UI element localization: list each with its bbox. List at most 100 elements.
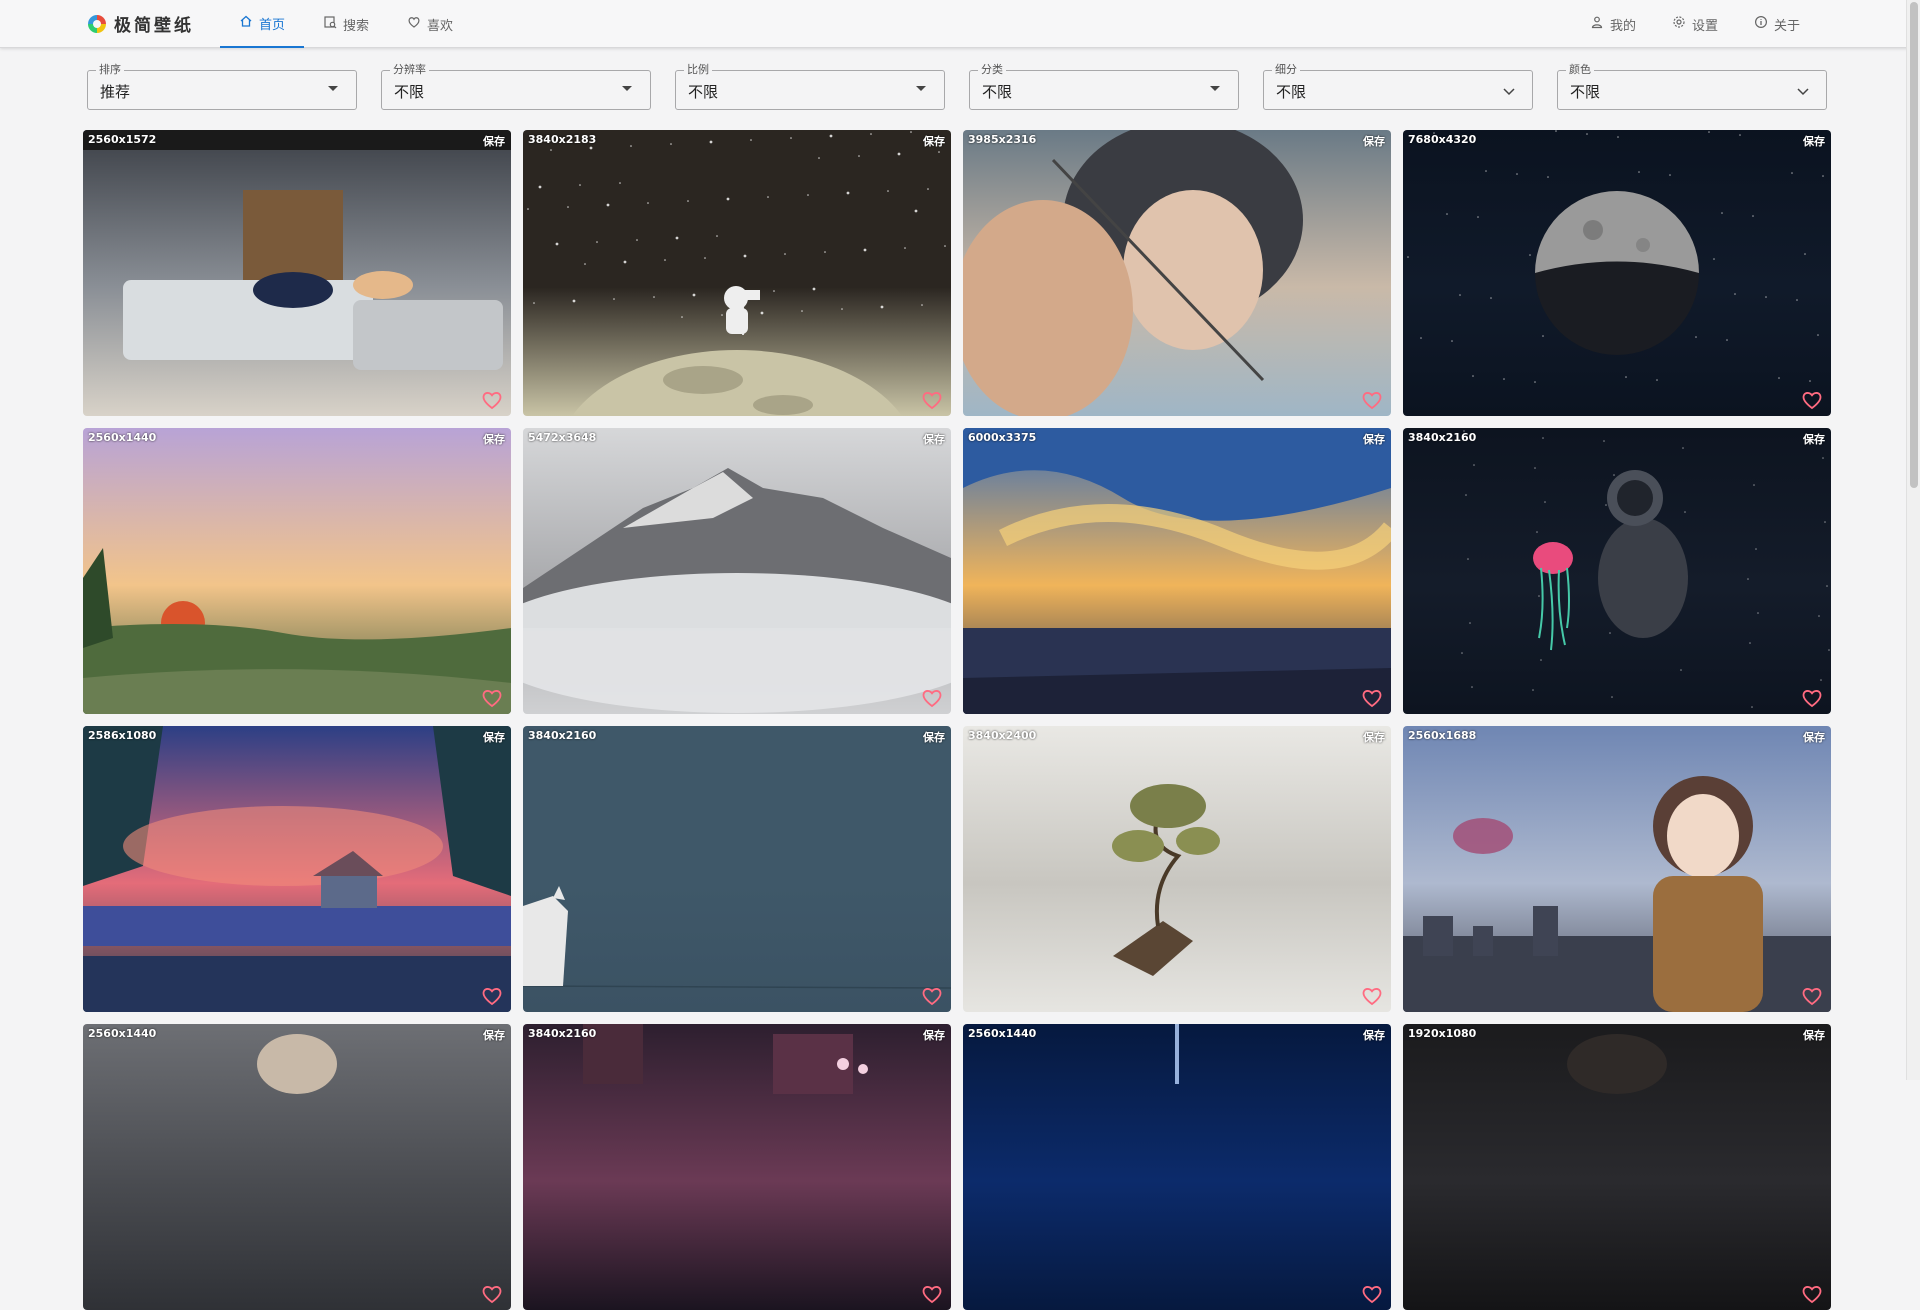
user-icon: [1590, 15, 1604, 33]
heart-icon[interactable]: [481, 986, 503, 1006]
save-button[interactable]: 保存: [483, 431, 505, 447]
logo-icon: [88, 14, 106, 33]
primary-nav: 首页 搜索 喜欢: [220, 0, 472, 48]
resolution-badge: 3985x2316: [968, 133, 1037, 146]
resolution-badge: 2560x1440: [968, 1027, 1037, 1040]
nav-item-left-1[interactable]: 搜索: [304, 0, 388, 48]
filter-value: 推荐: [100, 83, 131, 101]
heart-icon[interactable]: [921, 1284, 943, 1304]
wallpaper-card[interactable]: 2586x1080 保存: [83, 726, 511, 1012]
resolution-badge: 2560x1688: [1408, 729, 1477, 742]
heart-icon[interactable]: [1361, 390, 1383, 410]
nav-item-left-0[interactable]: 首页: [220, 0, 305, 48]
filter-select-4[interactable]: 细分 不限: [1263, 63, 1533, 110]
heart-icon[interactable]: [1801, 1284, 1823, 1304]
app-logo[interactable]: 极简壁纸: [88, 11, 194, 36]
heart-icon[interactable]: [1801, 986, 1823, 1006]
save-button[interactable]: 保存: [1363, 133, 1385, 149]
wallpaper-card[interactable]: 3840x2160 保存: [1403, 428, 1831, 714]
wallpaper-thumbnail: [523, 726, 951, 1012]
save-button[interactable]: 保存: [923, 1027, 945, 1043]
save-button[interactable]: 保存: [1363, 1027, 1385, 1043]
wallpaper-thumbnail: [963, 726, 1391, 1012]
info-icon: [1754, 15, 1768, 33]
wallpaper-card[interactable]: 2560x1688 保存: [1403, 726, 1831, 1012]
wallpaper-thumbnail: [963, 428, 1391, 714]
nav-item-right-0[interactable]: 我的: [1572, 0, 1654, 48]
wallpaper-card[interactable]: 3840x2400 保存: [963, 726, 1391, 1012]
heart-icon[interactable]: [1361, 1284, 1383, 1304]
wallpaper-card[interactable]: 6000x3375 保存: [963, 428, 1391, 714]
resolution-badge: 7680x4320: [1408, 133, 1477, 146]
save-button[interactable]: 保存: [1803, 1027, 1825, 1043]
save-button[interactable]: 保存: [1803, 729, 1825, 745]
filter-label: 分类: [978, 63, 1006, 77]
heart-icon[interactable]: [481, 688, 503, 708]
heart-icon[interactable]: [921, 390, 943, 410]
filter-select-0[interactable]: 排序推荐: [87, 63, 357, 110]
wallpaper-thumbnail: [1403, 428, 1831, 714]
nav-item-right-2[interactable]: 关于: [1736, 0, 1818, 48]
heart-icon[interactable]: [481, 390, 503, 410]
heart-icon[interactable]: [1361, 688, 1383, 708]
filter-select-2[interactable]: 比例 不限: [675, 63, 945, 110]
wallpaper-card[interactable]: 3840x2160 保存: [523, 1024, 951, 1310]
resolution-badge: 3840x2183: [528, 133, 597, 146]
wallpaper-card[interactable]: 7680x4320 保存: [1403, 130, 1831, 416]
filter-select-3[interactable]: 分类 不限: [969, 63, 1239, 110]
save-button[interactable]: 保存: [483, 133, 505, 149]
wallpaper-thumbnail: [963, 130, 1391, 416]
page-scrollbar[interactable]: [1906, 0, 1920, 1080]
wallpaper-thumbnail: [1403, 130, 1831, 416]
wallpaper-card[interactable]: 2560x1572 保存: [83, 130, 511, 416]
dropdown-caret-icon: [622, 86, 632, 91]
search-image-icon: [323, 15, 337, 33]
wallpaper-card[interactable]: 2560x1440 保存: [963, 1024, 1391, 1310]
wallpaper-thumbnail: [523, 428, 951, 714]
filter-label: 颜色: [1566, 63, 1594, 77]
dropdown-caret-icon: [328, 86, 338, 91]
filter-bar: 排序 推荐 分辨率 不限 比例 不限 分类 不限 细分 不限 颜色 不限: [87, 63, 1827, 110]
resolution-badge: 3840x2160: [528, 1027, 597, 1040]
nav-label: 喜欢: [427, 18, 454, 34]
wallpaper-thumbnail: [83, 726, 511, 1012]
save-button[interactable]: 保存: [1803, 133, 1825, 149]
nav-item-left-2[interactable]: 喜欢: [388, 0, 472, 48]
wallpaper-card[interactable]: 3840x2160 保存: [523, 726, 951, 1012]
wallpaper-card[interactable]: 3840x2183 保存: [523, 130, 951, 416]
resolution-badge: 2560x1440: [88, 1027, 157, 1040]
dropdown-caret-icon: [1210, 86, 1220, 91]
wallpaper-thumbnail: [83, 428, 511, 714]
filter-select-5[interactable]: 颜色 不限: [1557, 63, 1827, 110]
heart-icon[interactable]: [921, 688, 943, 708]
wallpaper-thumbnail: [1403, 1024, 1831, 1310]
save-button[interactable]: 保存: [923, 729, 945, 745]
save-button[interactable]: 保存: [483, 729, 505, 745]
heart-icon[interactable]: [1361, 986, 1383, 1006]
dropdown-caret-icon: [916, 86, 926, 91]
nav-item-right-1[interactable]: 设置: [1654, 0, 1736, 48]
filter-select-1[interactable]: 分辨率 不限: [381, 63, 651, 110]
wallpaper-card[interactable]: 3985x2316 保存: [963, 130, 1391, 416]
filter-label: 排序: [96, 63, 124, 77]
save-button[interactable]: 保存: [1803, 431, 1825, 447]
heart-icon[interactable]: [1801, 390, 1823, 410]
top-navigation-bar: 极简壁纸 首页 搜索 喜欢 我的 设置 关于: [0, 0, 1914, 48]
chevron-down-icon: [1796, 83, 1810, 97]
wallpaper-card[interactable]: 1920x1080 保存: [1403, 1024, 1831, 1310]
wallpaper-card[interactable]: 2560x1440 保存: [83, 1024, 511, 1310]
wallpaper-card[interactable]: 2560x1440 保存: [83, 428, 511, 714]
save-button[interactable]: 保存: [1363, 431, 1385, 447]
save-button[interactable]: 保存: [1363, 729, 1385, 745]
heart-icon[interactable]: [1801, 688, 1823, 708]
save-button[interactable]: 保存: [923, 133, 945, 149]
save-button[interactable]: 保存: [923, 431, 945, 447]
scrollbar-thumb[interactable]: [1910, 2, 1918, 488]
wallpaper-card[interactable]: 5472x3648 保存: [523, 428, 951, 714]
heart-icon[interactable]: [921, 986, 943, 1006]
home-icon: [239, 14, 253, 32]
save-button[interactable]: 保存: [483, 1027, 505, 1043]
resolution-badge: 6000x3375: [968, 431, 1037, 444]
heart-icon[interactable]: [481, 1284, 503, 1304]
wallpaper-thumbnail: [1403, 726, 1831, 1012]
